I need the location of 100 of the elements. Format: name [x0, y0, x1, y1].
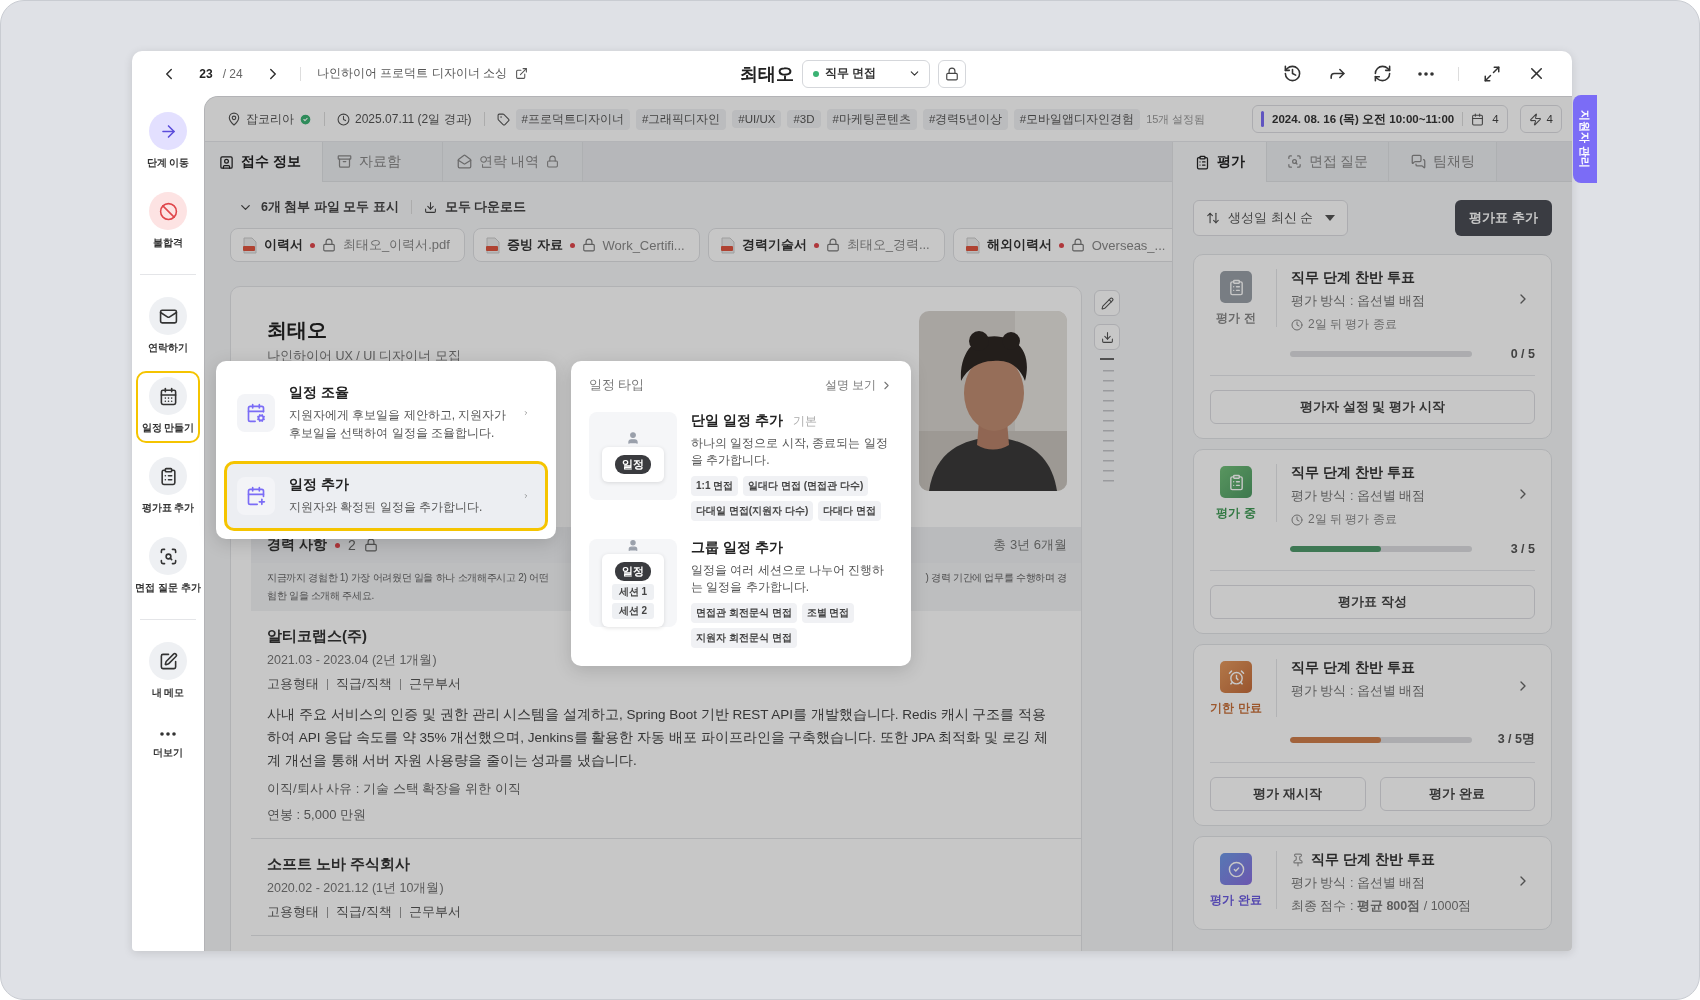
history-icon: [1283, 64, 1302, 83]
job-detail: 고용형태: [267, 903, 319, 921]
job-detail: 고용형태: [267, 675, 319, 693]
final-score: 최종 점수 : 평균 800점 / 1000점: [1291, 898, 1473, 915]
ban-icon: [149, 192, 187, 230]
more-icon: [160, 732, 176, 736]
download-button[interactable]: [1094, 324, 1120, 350]
menu-item-title: 일정 추가: [289, 476, 350, 494]
project-link[interactable]: 나인하이어 프로덕트 디자이너 소싱: [317, 65, 528, 82]
pdf-file-icon: [243, 236, 257, 254]
edit-button[interactable]: [1094, 290, 1120, 316]
option-description: 하나의 일정으로 시작, 종료되는 일정을 추가합니다.: [691, 435, 889, 469]
sidebar-item[interactable]: 더보기: [136, 716, 200, 768]
chat-bubbles-icon: [1410, 154, 1426, 169]
status-label: 평가 완료: [1210, 893, 1262, 908]
clipboard-icon: [149, 457, 187, 495]
due-text: 2일 뒤 평가 종료: [1308, 511, 1397, 528]
schedule-marker: [1261, 111, 1265, 127]
refresh-icon: [1373, 64, 1392, 83]
user-card-icon: [219, 154, 234, 170]
progress-count: 3 / 5: [1510, 542, 1535, 556]
lock-icon: [945, 66, 959, 81]
interview-type-tag: 면접관 회전문식 면접: [691, 603, 797, 623]
interview-type-tag: 지원자 회전문식 면접: [691, 628, 797, 648]
file-name: Overseas_...: [1091, 237, 1166, 253]
sidebar-item[interactable]: 내 메모: [136, 636, 200, 708]
sidebar-item[interactable]: 면접 질문 추가: [136, 531, 200, 603]
file-chip[interactable]: 증빙 자료 Work_Certifi...: [472, 228, 700, 262]
show-files-toggle[interactable]: 6개 첨부 파일 모두 표시: [238, 198, 399, 216]
option-description: 일정을 여러 세션으로 나누어 진행하는 일정을 추가합니다.: [691, 562, 886, 596]
section-count: 2: [347, 537, 356, 553]
pdf-file-icon: [720, 236, 735, 254]
sidebar-item[interactable]: 연락하기: [136, 291, 200, 363]
sidebar-item[interactable]: 평가표 추가: [136, 451, 200, 523]
download-icon: [423, 200, 437, 214]
progress-count: 3 / 5명: [1497, 731, 1535, 748]
action-button[interactable]: 평가자 설정 및 평가 시작: [1210, 390, 1535, 424]
tab[interactable]: 접수 정보: [205, 142, 323, 182]
file-type: 경력기술서: [741, 236, 807, 254]
applicant-manage-tab[interactable]: 지원자 관리: [1573, 95, 1597, 183]
expand-icon: [1483, 64, 1501, 83]
evaluation-title: 직무 단계 찬반 투표: [1291, 464, 1415, 482]
tag: #모바일앱디자인경험: [1013, 108, 1141, 130]
clock-icon: [1291, 318, 1303, 331]
evaluation-method: 평가 방식 : 옵션별 배점: [1291, 488, 1427, 505]
action-button[interactable]: 평가 완료: [1379, 777, 1535, 811]
job-description: 사내 주요 서비스의 인증 및 권한 관리 시스템을 설계하고, Spring Boot 기반 REST API를 개발했습니다. Redis 캐시 구조를 적용하여 API 응답 속도를 약 35% 개선했으며, Jenkins를 활용한 자동 배포 파이프라인을 구축했습니다. 또한 JPA 최적화 및 로깅 체계 개선을 통해 서버 자원 사용량을 줄이는 성과를 냈습니다.: [267, 706, 1049, 770]
sidebar-item[interactable]: 일정 만들기: [136, 371, 200, 443]
tag: #프로덕트디자이너: [515, 108, 630, 130]
job-detail: 근무부서: [391, 903, 461, 921]
file-chip[interactable]: 이력서 최태오_이력서.pdf: [230, 228, 465, 262]
details-link[interactable]: 설명 보기: [824, 377, 893, 394]
section-title: 경력 사항: [267, 536, 327, 554]
calendar-plus-icon: [237, 477, 275, 515]
evaluation-title: 직무 단계 찬반 투표: [1291, 269, 1415, 287]
file-type: 해외이력서: [986, 236, 1052, 254]
evaluation-method: 평가 방식 : 옵션별 배점: [1291, 293, 1427, 310]
sidebar-item[interactable]: 불합격: [136, 186, 200, 258]
schedule-pill: 일정: [615, 562, 651, 581]
tag: #그래픽디자인: [635, 108, 727, 130]
interview-type-tag: 다대다 면접: [818, 501, 881, 521]
lock-button[interactable]: [938, 59, 966, 88]
employment-period: 2021.03 - 2023.04 (2년 1개월): [267, 652, 438, 669]
file-type: 증빙 자료: [506, 236, 563, 254]
more-icon: [1418, 71, 1434, 76]
menu-item[interactable]: 일정 추가 지원자와 확정된 일정을 추가합니다.: [224, 461, 548, 531]
download-icon: [1100, 330, 1114, 344]
session-chip: 세션 1: [611, 584, 655, 600]
file-chip[interactable]: 경력기술서 최태오_경력...: [707, 228, 945, 262]
leave-reason: 이직/퇴사 사유 : 기술 스택 확장을 위한 이직: [267, 780, 522, 798]
calendar-icon: [149, 377, 187, 415]
schedule-pill: 일정: [615, 454, 651, 474]
option-title: 그룹 일정 추가: [691, 539, 783, 557]
action-button[interactable]: 평가 재시작: [1210, 777, 1366, 811]
tab[interactable]: 평가: [1173, 142, 1267, 182]
applicant-name: 최태오: [267, 318, 328, 343]
map-pin-icon: [227, 112, 241, 126]
calendar-icon: [1471, 112, 1485, 126]
company-name: 알티코랩스(주): [267, 627, 367, 646]
source-label: 잡코리아: [246, 110, 294, 128]
add-scorecard-button[interactable]: 평가표 추가: [1455, 200, 1552, 236]
company-name: 소프트 노바 주식회사: [267, 855, 411, 874]
action-button[interactable]: 평가표 작성: [1210, 585, 1535, 619]
file-chip[interactable]: 해외이력서 Overseas_...: [952, 228, 1172, 262]
interview-type-tag: 조별 면접: [801, 603, 855, 623]
person-icon: [626, 430, 640, 445]
pencil-icon: [1100, 296, 1114, 310]
tag-icon: [496, 112, 510, 126]
status-label: 평가 전: [1216, 311, 1256, 326]
tag: #마케팅콘텐츠: [826, 108, 917, 130]
status-dot: [813, 70, 819, 77]
sort-select[interactable]: 생성일 최신 순: [1193, 200, 1348, 236]
interview-type-tag: 일대다 면접 (면접관 다수): [743, 476, 869, 496]
stage-select[interactable]: 직무 면접: [802, 59, 930, 88]
download-all-button[interactable]: 모두 다운로드: [423, 198, 527, 216]
sidebar-item[interactable]: 단계 이동: [136, 106, 200, 178]
archive-icon: [337, 154, 352, 169]
evaluation-method: 평가 방식 : 옵션별 배점: [1291, 875, 1427, 892]
session-chip: 세션 2: [611, 603, 655, 619]
option-title: 단일 일정 추가: [691, 412, 783, 430]
